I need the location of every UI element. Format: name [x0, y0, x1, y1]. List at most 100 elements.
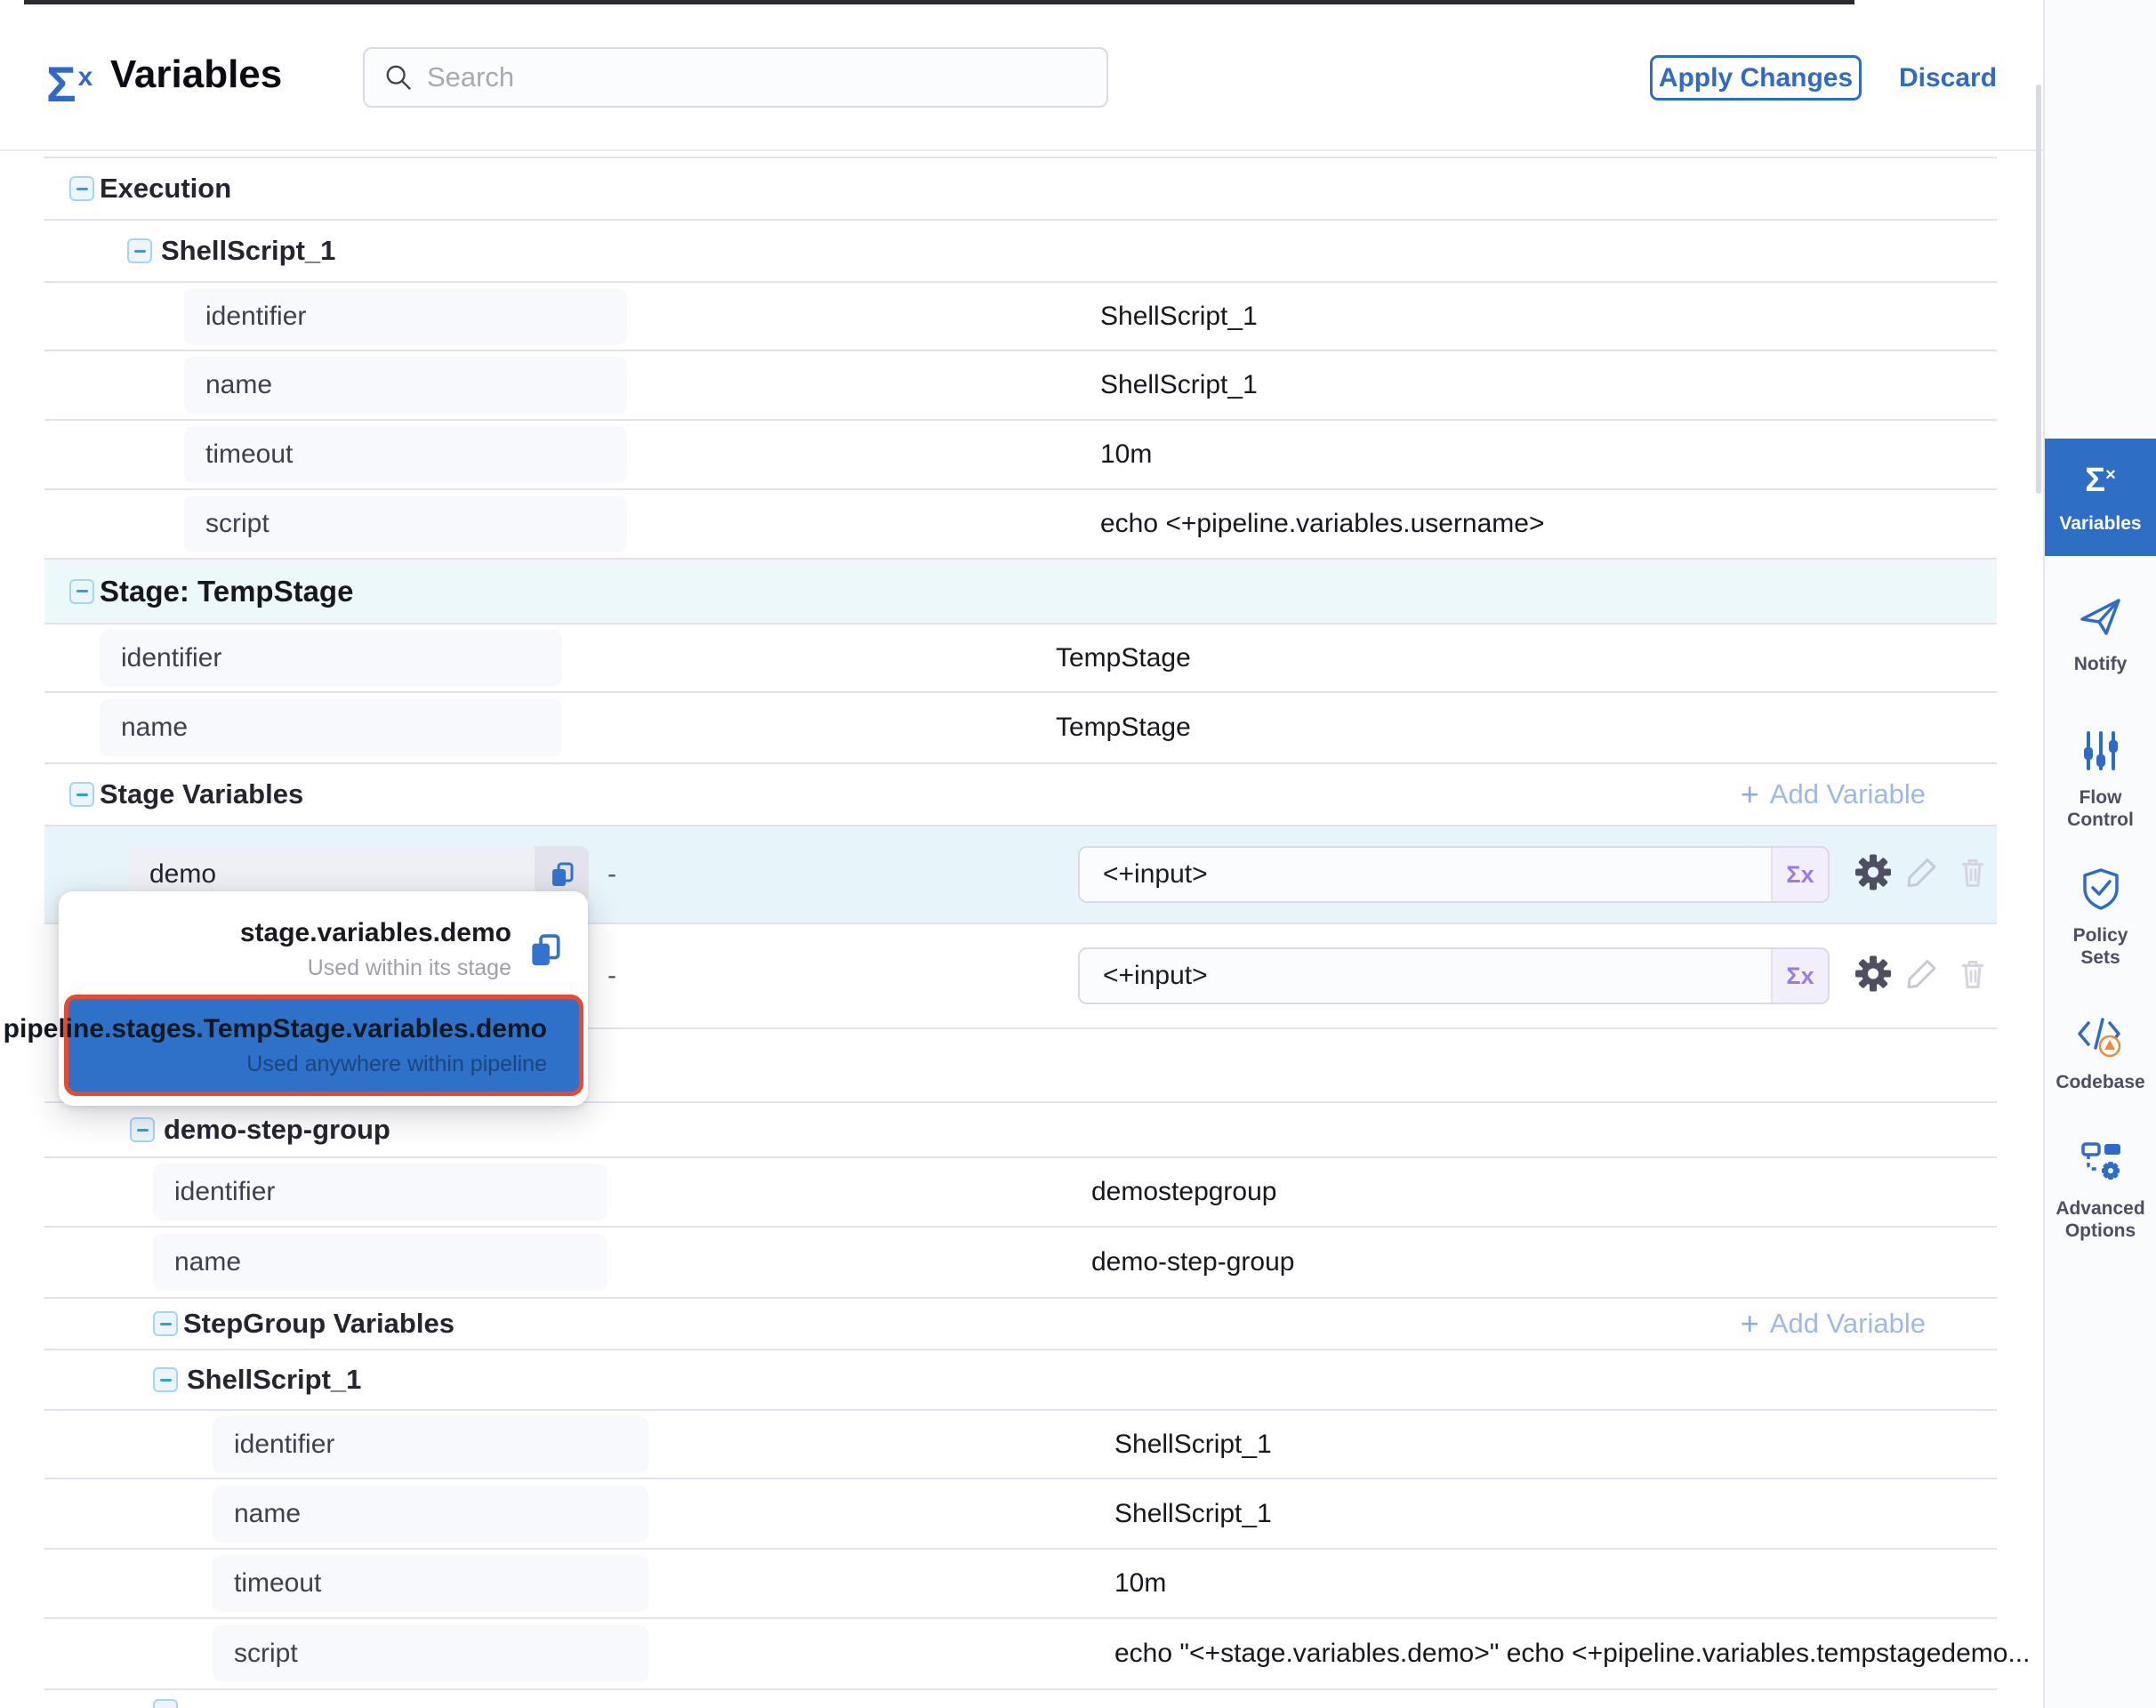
- field-value: ShellScript_1: [1114, 1430, 1272, 1460]
- apply-changes-button[interactable]: Apply Changes: [1650, 55, 1862, 101]
- field-label-chip: name: [153, 1234, 607, 1291]
- field-row: timeout 10m: [44, 1550, 1997, 1619]
- edit-pencil-icon[interactable]: [1904, 855, 1940, 895]
- field-label-chip: timeout: [213, 1555, 648, 1612]
- field-row: name ShellScript_1: [44, 351, 1997, 421]
- rail-tab-label: Codebase: [2051, 1071, 2151, 1093]
- copy-icon[interactable]: [526, 931, 565, 970]
- field-label-chip: name: [184, 357, 627, 414]
- edit-pencil-icon[interactable]: [1904, 956, 1940, 996]
- tree-row-partial[interactable]: [44, 1690, 1997, 1708]
- tree-row-shellscript1[interactable]: ShellScript_1: [44, 221, 1997, 283]
- variable-path-popup: stage.variables.demo Used within its sta…: [59, 891, 588, 1106]
- variable-scope-text: Used within its stage: [308, 955, 511, 981]
- field-row: identifier ShellScript_1: [44, 283, 1997, 351]
- rail-tab-label: Variables: [2051, 512, 2151, 535]
- rail-tab-codebase[interactable]: Codebase: [2045, 1012, 2156, 1093]
- tree-row-group-shellscript1[interactable]: ShellScript_1: [44, 1350, 1997, 1411]
- panel-header: Σx Variables Apply Changes Discard: [0, 4, 2043, 151]
- field-value: ShellScript_1: [1100, 370, 1258, 400]
- gear-icon[interactable]: [1853, 852, 1894, 898]
- field-label-chip: identifier: [213, 1416, 648, 1473]
- gear-icon[interactable]: [1853, 954, 1894, 999]
- expression-badge[interactable]: Σx: [1771, 848, 1828, 901]
- popup-option-pipeline-scope-selected[interactable]: pipeline.stages.TempStage.variables.demo…: [64, 995, 583, 1096]
- field-row: name TempStage: [44, 693, 1997, 764]
- section-label: ShellScript_1: [187, 1364, 361, 1396]
- tree-row-stage-tempstage[interactable]: Stage: TempStage: [44, 560, 1997, 624]
- rail-tab-policy-sets[interactable]: Policy Sets: [2045, 866, 2156, 969]
- collapse-icon[interactable]: [69, 782, 94, 807]
- search-icon: [384, 62, 413, 93]
- field-label-chip: identifier: [184, 288, 627, 345]
- tree-row-stepgroup-variables[interactable]: StepGroup Variables + Add Variable: [44, 1299, 1997, 1350]
- collapse-icon[interactable]: [153, 1311, 178, 1336]
- tree-row-demo-step-group[interactable]: demo-step-group: [44, 1103, 1997, 1158]
- field-value: TempStage: [1056, 643, 1191, 673]
- collapse-icon[interactable]: [153, 1367, 178, 1392]
- field-row: identifier demostepgroup: [44, 1158, 1997, 1228]
- field-label-chip: name: [213, 1486, 648, 1543]
- variable-scope-text: Used anywhere within pipeline: [246, 1051, 547, 1077]
- field-value: ShellScript_1: [1114, 1499, 1272, 1529]
- variable-type-dash: -: [607, 961, 616, 991]
- field-value: echo <+pipeline.variables.username>: [1100, 509, 1545, 539]
- rail-tab-variables[interactable]: Σ× Variables: [2045, 439, 2156, 556]
- add-variable-button[interactable]: + Add Variable: [1741, 778, 1926, 810]
- rail-tab-notify[interactable]: Notify: [2045, 594, 2156, 675]
- field-label-chip: identifier: [153, 1164, 607, 1221]
- field-row: identifier ShellScript_1: [44, 1411, 1997, 1479]
- search-input[interactable]: [427, 61, 1087, 93]
- vertical-scrollbar[interactable]: [2036, 85, 2041, 494]
- field-label-chip: script: [213, 1625, 648, 1682]
- add-variable-label: Add Variable: [1770, 778, 1926, 810]
- rail-tab-label: Flow Control: [2051, 786, 2151, 831]
- field-row: timeout 10m: [44, 421, 1997, 490]
- field-value: 10m: [1100, 439, 1152, 470]
- variable-value-input[interactable]: <+input> Σx: [1078, 947, 1830, 1004]
- field-row: name ShellScript_1: [44, 1479, 1997, 1550]
- tree-row-execution[interactable]: Execution: [44, 158, 1997, 221]
- collapse-icon[interactable]: [153, 1699, 178, 1708]
- collapse-icon[interactable]: [130, 1117, 155, 1142]
- section-label: ShellScript_1: [161, 235, 335, 267]
- expression-badge[interactable]: Σx: [1771, 949, 1828, 1003]
- discard-button[interactable]: Discard: [1899, 63, 1997, 93]
- collapse-icon[interactable]: [127, 238, 152, 263]
- field-value: echo "<+stage.variables.demo>" echo <+pi…: [1114, 1639, 2030, 1669]
- delete-trash-icon[interactable]: [1955, 855, 1991, 895]
- stage-header-label: Stage: TempStage: [100, 575, 353, 608]
- shield-check-icon: [2078, 866, 2124, 912]
- field-row: script echo <+pipeline.variables.usernam…: [44, 490, 1997, 560]
- input-value: <+input>: [1080, 859, 1771, 890]
- rail-tab-advanced-options[interactable]: Advanced Options: [2045, 1139, 2156, 1242]
- collapse-icon[interactable]: [69, 579, 94, 604]
- plus-icon: +: [1741, 1308, 1759, 1340]
- search-box[interactable]: [363, 47, 1108, 108]
- field-row: identifier TempStage: [44, 624, 1997, 693]
- flow-gear-icon: [2076, 1139, 2126, 1185]
- delete-trash-icon[interactable]: [1955, 956, 1991, 996]
- variable-value-input[interactable]: <+input> Σx: [1078, 846, 1830, 903]
- rail-tab-label: Notify: [2051, 653, 2151, 675]
- field-label-chip: name: [100, 699, 562, 756]
- variables-sigma-icon: Σx: [46, 49, 103, 106]
- add-variable-button[interactable]: + Add Variable: [1741, 1308, 1926, 1340]
- rail-tab-label: Policy Sets: [2051, 924, 2151, 969]
- page-title: Variables: [110, 52, 282, 97]
- right-rail: Σ× Variables Notify Flow Control Policy …: [2043, 0, 2156, 1708]
- variable-type-dash: -: [607, 859, 616, 890]
- paper-plane-icon: [2078, 594, 2124, 640]
- rail-tab-label: Advanced Options: [2051, 1197, 2151, 1242]
- field-label-chip: identifier: [100, 630, 562, 687]
- input-value: <+input>: [1080, 961, 1771, 991]
- field-value: 10m: [1114, 1568, 1166, 1599]
- field-label-chip: script: [184, 495, 627, 552]
- rail-tab-flow-control[interactable]: Flow Control: [2045, 728, 2156, 831]
- popup-option-stage-scope[interactable]: stage.variables.demo Used within its sta…: [59, 911, 588, 994]
- tree-row-stage-variables[interactable]: Stage Variables + Add Variable: [44, 764, 1997, 826]
- section-label: Stage Variables: [100, 778, 303, 810]
- field-value: demostepgroup: [1091, 1177, 1276, 1207]
- field-label-chip: timeout: [184, 426, 627, 483]
- collapse-icon[interactable]: [69, 176, 94, 201]
